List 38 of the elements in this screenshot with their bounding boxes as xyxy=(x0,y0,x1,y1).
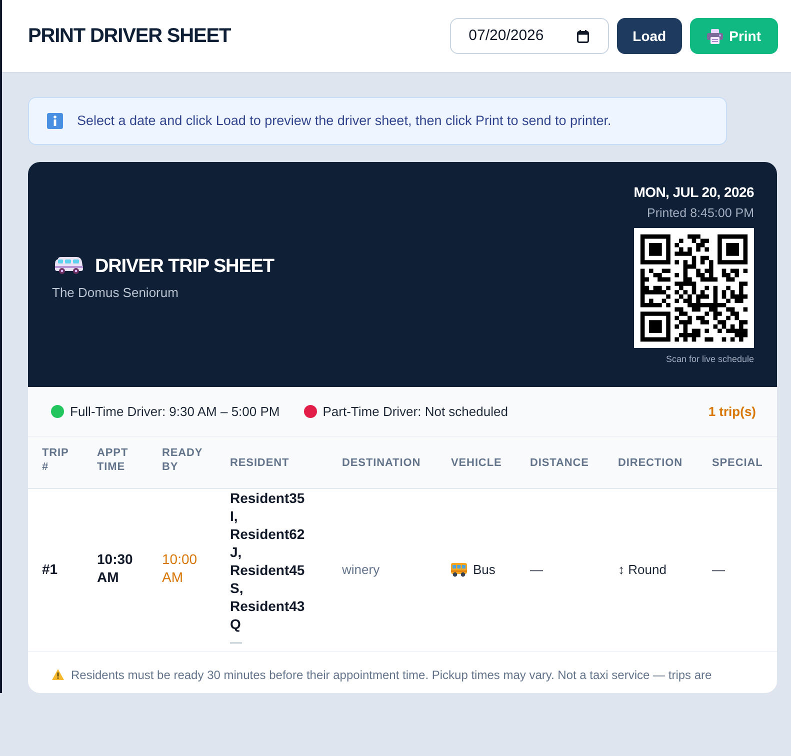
column-header: DISTANCE xyxy=(530,456,589,470)
column-header: TRIP # xyxy=(42,446,70,474)
page-title: PRINT DRIVER SHEET xyxy=(28,26,231,46)
info-text: Select a date and click Load to preview the driver sheet, then click Print to send to printer. xyxy=(77,112,612,130)
printer-icon xyxy=(707,28,724,44)
resident-note: — xyxy=(230,634,242,650)
calendar-icon xyxy=(576,30,589,42)
column-header: DIRECTION xyxy=(618,456,682,470)
qr-caption: Scan for live schedule xyxy=(666,355,754,364)
trip-number: #1 xyxy=(42,560,58,576)
column-header: VEHICLE xyxy=(451,456,502,470)
column-header: SPECIAL xyxy=(712,456,763,470)
driver-schedule: Part-Time Driver: Not scheduled xyxy=(322,402,508,421)
load-button[interactable]: Load xyxy=(616,18,682,54)
vehicle-text: Bus xyxy=(473,560,496,579)
column-header: APPT TIME xyxy=(97,446,130,474)
sheet-title: DRIVER TRIP SHEET xyxy=(95,256,274,276)
sheet-date: MON, JUL 20, 2026 xyxy=(634,184,754,199)
van-icon xyxy=(55,257,83,276)
special-value: — xyxy=(712,562,725,576)
resident-names: Resident35I, Resident62J, Resident45S, Resident43Q xyxy=(230,488,306,632)
printed-time: Printed 8:45:00 PM xyxy=(646,206,754,220)
driver-schedule: Full-Time Driver: 9:30 AM – 5:00 PM xyxy=(70,402,280,421)
date-field[interactable]: 07/20/2026 xyxy=(450,18,609,54)
appointment-time: 10:30 AM xyxy=(97,550,134,586)
info-icon xyxy=(47,113,63,129)
destination-text: winery xyxy=(342,562,380,576)
direction-text: ↕ Round xyxy=(618,562,666,576)
trip-count: 1 trip(s) xyxy=(708,402,756,421)
facility-name: The Domus Seniorum xyxy=(52,284,180,302)
footer-note: Residents must be ready 30 minutes before their appointment time. Pickup times may vary. Not a taxi service — trips are xyxy=(71,666,712,682)
column-header: DESTINATION xyxy=(342,456,421,470)
warning-icon xyxy=(52,668,64,680)
distance-value: — xyxy=(530,562,543,576)
ready-time: 10:00 AM xyxy=(162,550,198,586)
column-header: READY BY xyxy=(162,446,204,474)
column-header: RESIDENT xyxy=(230,456,290,470)
bus-icon xyxy=(451,562,467,576)
